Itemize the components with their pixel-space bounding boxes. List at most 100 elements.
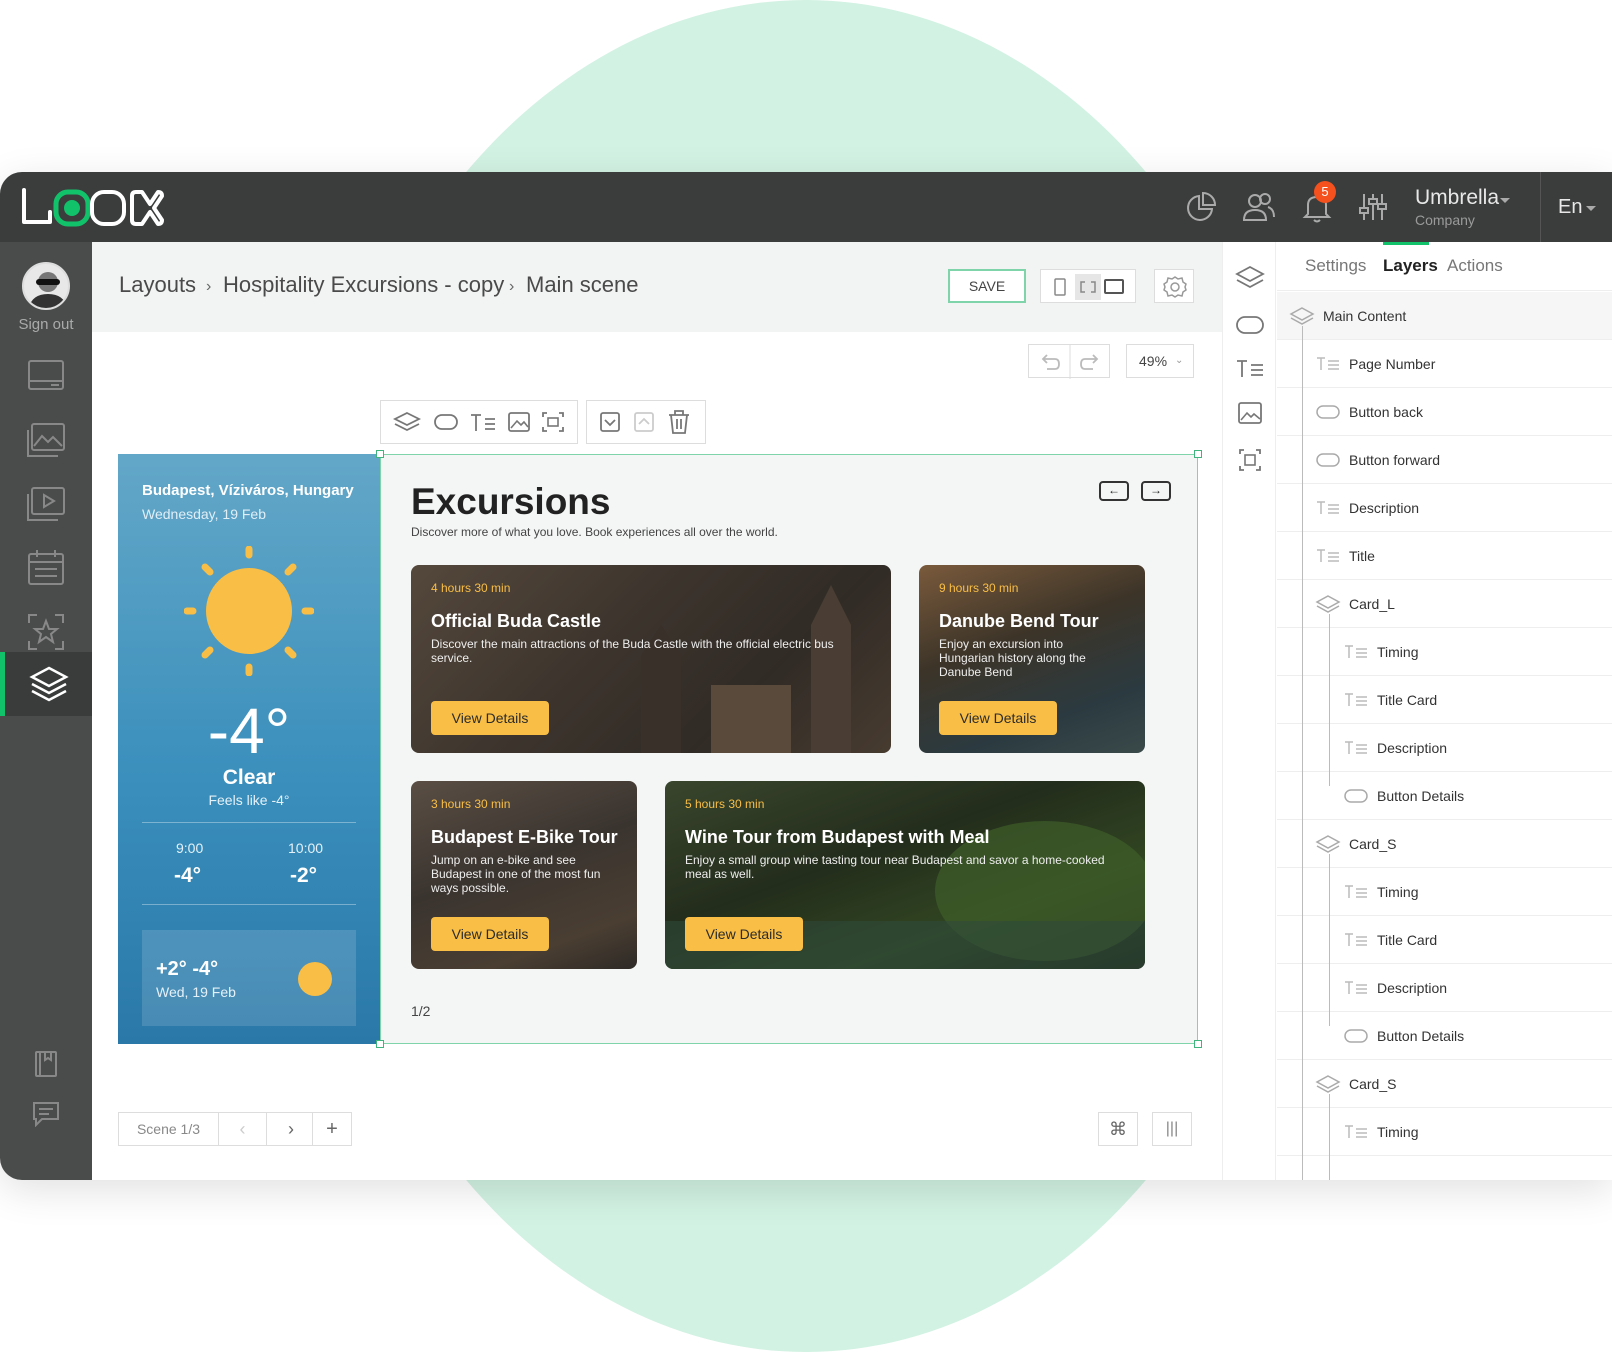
layer-name: Title Card xyxy=(1377,692,1438,708)
button-layer-icon xyxy=(1316,453,1340,467)
layer-row[interactable]: Title Card xyxy=(1277,676,1612,724)
layer-row[interactable]: Timing xyxy=(1277,868,1612,916)
sidebar-item-video[interactable] xyxy=(0,472,92,536)
card-title: Budapest E-Bike Tour xyxy=(431,827,618,847)
shortcuts-button[interactable]: ⌘ xyxy=(1098,1112,1138,1146)
layer-row[interactable]: Button forward xyxy=(1277,436,1612,484)
text-icon[interactable] xyxy=(471,414,495,431)
image-icon[interactable] xyxy=(508,412,530,432)
layer-row[interactable]: Button Details xyxy=(1277,772,1612,820)
users-icon[interactable] xyxy=(1242,190,1276,224)
sign-out-link[interactable]: Sign out xyxy=(0,316,92,333)
settings-button[interactable] xyxy=(1154,269,1194,303)
layers-icon[interactable] xyxy=(1234,264,1266,292)
weather-location: Budapest, Víziváros, Hungary xyxy=(142,482,354,499)
breadcrumb-project[interactable]: Hospitality Excursions - copy xyxy=(223,272,504,298)
tree-guide-line xyxy=(1329,614,1330,786)
tab-settings[interactable]: Settings xyxy=(1305,256,1366,276)
divider xyxy=(142,904,356,905)
sidebar-item-media[interactable] xyxy=(0,408,92,472)
back-arrow-button[interactable]: ← xyxy=(1099,481,1129,501)
calendar-icon xyxy=(28,550,64,585)
chevron-right-icon: › xyxy=(206,278,212,295)
layer-row[interactable]: Main Content xyxy=(1277,292,1612,340)
layer-name: Description xyxy=(1377,980,1448,996)
button-shape-icon[interactable] xyxy=(434,414,458,430)
send-backward-icon[interactable] xyxy=(600,412,620,432)
weather-condition: Clear xyxy=(222,766,276,789)
add-scene-button[interactable]: + xyxy=(312,1112,352,1146)
layer-row[interactable]: Timing xyxy=(1277,1108,1612,1156)
chevron-down-icon[interactable] xyxy=(1586,206,1596,211)
view-details-button[interactable]: View Details xyxy=(431,701,549,735)
view-details-button[interactable]: View Details xyxy=(431,917,549,951)
view-details-button[interactable]: View Details xyxy=(685,917,803,951)
button-shape-icon[interactable] xyxy=(1234,312,1266,338)
bring-forward-icon[interactable] xyxy=(634,412,654,432)
forward-arrow-button[interactable]: → xyxy=(1141,481,1171,501)
layer-row[interactable]: Button Details xyxy=(1277,1012,1612,1060)
next-scene-button[interactable]: › xyxy=(267,1113,315,1145)
zoom-select[interactable]: 49% ⌄ xyxy=(1126,344,1194,378)
company-switcher[interactable]: Umbrella Company xyxy=(1415,186,1499,228)
excursion-card-large[interactable]: 5 hours 30 min Wine Tour from Budapest w… xyxy=(665,781,1145,969)
breadcrumb-layouts[interactable]: Layouts xyxy=(119,272,196,298)
tab-actions[interactable]: Actions xyxy=(1447,256,1503,276)
layer-name: Button back xyxy=(1349,404,1423,420)
resize-handle[interactable] xyxy=(376,450,384,458)
qr-frame-icon[interactable] xyxy=(1234,446,1266,474)
current-temperature: -4° xyxy=(207,695,291,767)
analytics-pie-icon[interactable] xyxy=(1184,190,1218,224)
language-selector[interactable]: En xyxy=(1558,196,1582,219)
previous-scene-button[interactable]: ‹ xyxy=(219,1113,267,1145)
excursions-widget[interactable]: Excursions Discover more of what you lov… xyxy=(376,450,1202,1048)
tab-layers[interactable]: Layers xyxy=(1383,256,1438,276)
layer-row[interactable]: Timing xyxy=(1277,628,1612,676)
excursion-card-small[interactable]: 3 hours 30 min Budapest E-Bike Tour Jump… xyxy=(411,781,637,969)
layer-row[interactable]: Button back xyxy=(1277,388,1612,436)
resize-handle[interactable] xyxy=(1194,1040,1202,1048)
layer-row[interactable]: Page Number xyxy=(1277,340,1612,388)
view-mode-toggle[interactable] xyxy=(1040,269,1136,303)
text-layer-icon xyxy=(1317,549,1339,562)
save-button[interactable]: SAVE xyxy=(948,269,1026,303)
text-icon[interactable] xyxy=(1234,356,1266,382)
chevron-down-icon[interactable] xyxy=(1500,198,1510,203)
avatar[interactable] xyxy=(22,262,70,310)
layer-row[interactable]: Description xyxy=(1277,964,1612,1012)
feels-like: Feels like -4° xyxy=(208,792,290,808)
sun-icon xyxy=(298,962,332,996)
sidebar-item-displays[interactable] xyxy=(0,344,92,408)
layer-row[interactable]: Card_S xyxy=(1277,820,1612,868)
sidebar-item-layouts[interactable] xyxy=(0,652,92,716)
excursions-subtitle: Discover more of what you love. Book exp… xyxy=(411,525,778,539)
excursion-card-large[interactable]: 4 hours 30 min Official Buda Castle Disc… xyxy=(411,565,891,753)
layer-row[interactable]: Title Card xyxy=(1277,916,1612,964)
sidebar-item-chat[interactable] xyxy=(0,1082,92,1146)
undo-icon[interactable] xyxy=(1041,354,1060,370)
layer-row[interactable]: Title xyxy=(1277,532,1612,580)
insert-element-strip xyxy=(1222,242,1276,1180)
sliders-icon[interactable] xyxy=(1356,190,1390,224)
layer-row[interactable]: Description xyxy=(1277,724,1612,772)
trash-icon[interactable] xyxy=(669,410,689,434)
layers-icon[interactable] xyxy=(392,411,422,432)
redo-icon[interactable] xyxy=(1080,354,1099,370)
image-icon[interactable] xyxy=(1234,400,1266,426)
qr-frame-icon[interactable] xyxy=(542,412,564,432)
divider xyxy=(1277,290,1612,291)
resize-handle[interactable] xyxy=(376,1040,384,1048)
weather-widget[interactable]: Budapest, Víziváros, Hungary Wednesday, … xyxy=(118,454,380,1044)
layer-row[interactable]: Card_L xyxy=(1277,580,1612,628)
columns-button[interactable]: ||| xyxy=(1152,1112,1192,1146)
layer-row[interactable]: Card_S xyxy=(1277,1060,1612,1108)
view-details-button[interactable]: View Details xyxy=(939,701,1057,735)
card-timing: 4 hours 30 min xyxy=(431,581,511,595)
arrange-toolbar xyxy=(586,400,706,444)
excursion-card-small[interactable]: 9 hours 30 min Danube Bend Tour Enjoy an… xyxy=(919,565,1145,753)
sidebar-item-schedule[interactable] xyxy=(0,536,92,600)
excursions-title: Excursions xyxy=(411,481,611,522)
layer-row[interactable]: Description xyxy=(1277,484,1612,532)
text-layer-icon xyxy=(1345,693,1367,706)
resize-handle[interactable] xyxy=(1194,450,1202,458)
